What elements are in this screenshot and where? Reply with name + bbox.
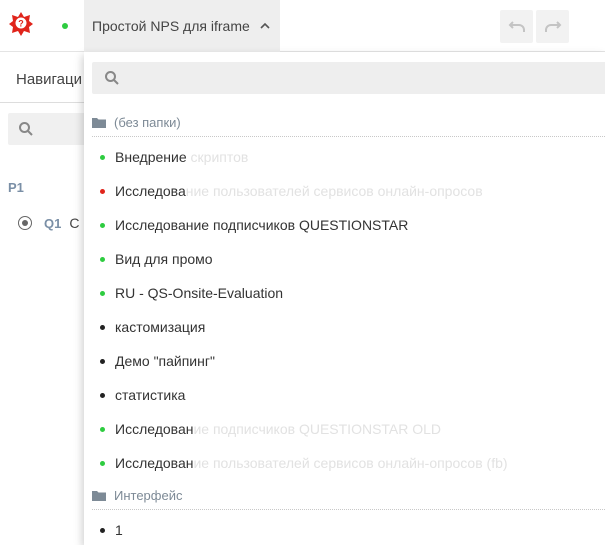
survey-list-item[interactable]: статистика	[100, 383, 185, 407]
survey-status-dot	[100, 222, 105, 228]
dropdown-search[interactable]	[92, 62, 605, 94]
survey-status-dot	[100, 290, 105, 296]
question-row[interactable]: Q1 С	[18, 215, 79, 231]
survey-list-item-label: Исследование подписчиков QUESTIONSTAR OL…	[115, 421, 442, 437]
survey-status-dot	[100, 358, 105, 364]
top-bar: ? Простой NPS для iframe	[0, 0, 605, 52]
survey-list-item-label: Исследование пользователей сервисов онла…	[115, 183, 483, 199]
question-code: Q1	[44, 215, 62, 231]
survey-list-item[interactable]: 1	[100, 518, 123, 542]
questionstar-logo[interactable]: ?	[8, 11, 34, 41]
search-icon	[19, 122, 33, 136]
undo-icon	[508, 20, 525, 32]
survey-list-item-label: Демо "пайпинг"	[115, 353, 215, 369]
redo-button[interactable]	[536, 10, 569, 43]
folder-icon	[92, 490, 106, 501]
folder-row[interactable]: Интерфейс	[92, 483, 182, 507]
folder-icon	[92, 117, 106, 128]
survey-list-item-label: 1	[115, 522, 123, 538]
survey-selector[interactable]: Простой NPS для iframe	[84, 0, 280, 52]
survey-status-dot	[100, 324, 105, 330]
svg-text:?: ?	[18, 19, 24, 29]
nav-divider	[0, 102, 84, 103]
survey-list-item[interactable]: Исследование подписчиков QUESTIONSTAR OL…	[100, 417, 441, 441]
survey-list-item[interactable]: RU - QS-Onsite-Evaluation	[100, 281, 283, 305]
survey-list-item[interactable]: Внедрение скриптов	[100, 145, 248, 169]
folder-name: (без папки)	[114, 114, 181, 130]
survey-dropdown: (без папки) Внедрение скриптов Исследовани…	[84, 52, 605, 545]
navigation-tab[interactable]: Навигаци	[16, 71, 82, 88]
survey-list-item-label: Внедрение скриптов	[115, 149, 249, 165]
survey-list-item[interactable]: кастомизация	[100, 315, 205, 339]
undo-button[interactable]	[500, 10, 533, 43]
survey-list-item-label: Исследование пользователей сервисов онла…	[115, 455, 508, 471]
survey-list-item-label: Вид для промо	[115, 251, 213, 267]
folder-divider	[92, 136, 605, 137]
survey-status-dot	[100, 392, 105, 398]
survey-status-dot	[62, 23, 68, 29]
survey-list-item-label: кастомизация	[115, 319, 206, 335]
survey-status-dot	[100, 426, 105, 432]
search-icon	[105, 71, 119, 85]
survey-list-item[interactable]: Вид для промо	[100, 247, 213, 271]
survey-status-dot	[100, 256, 105, 262]
folder-divider	[92, 509, 605, 510]
survey-list-item-label: статистика	[115, 387, 186, 403]
survey-status-dot	[100, 527, 105, 533]
folder-name: Интерфейс	[114, 487, 183, 503]
folder-row[interactable]: (без папки)	[92, 110, 181, 134]
chevron-up-icon	[260, 20, 270, 32]
page-label: P1	[8, 180, 24, 195]
survey-list-item[interactable]: Исследование пользователей сервисов онла…	[100, 451, 508, 475]
survey-list-item[interactable]: Демо "пайпинг"	[100, 349, 215, 373]
survey-status-dot	[100, 188, 105, 194]
survey-list-item-label: Исследование подписчиков QUESTIONSTAR	[115, 217, 409, 233]
dropdown-search-input[interactable]	[128, 62, 598, 94]
survey-list-item-label: RU - QS-Onsite-Evaluation	[115, 285, 284, 301]
survey-status-dot	[100, 460, 105, 466]
question-text: С	[69, 215, 80, 231]
radio-icon	[18, 216, 32, 230]
survey-list-item[interactable]: Исследование пользователей сервисов онла…	[100, 179, 483, 203]
survey-status-dot	[100, 154, 105, 160]
survey-list-item[interactable]: Исследование подписчиков QUESTIONSTAR	[100, 213, 408, 237]
redo-icon	[544, 20, 561, 32]
survey-title: Простой NPS для iframe	[92, 18, 250, 34]
